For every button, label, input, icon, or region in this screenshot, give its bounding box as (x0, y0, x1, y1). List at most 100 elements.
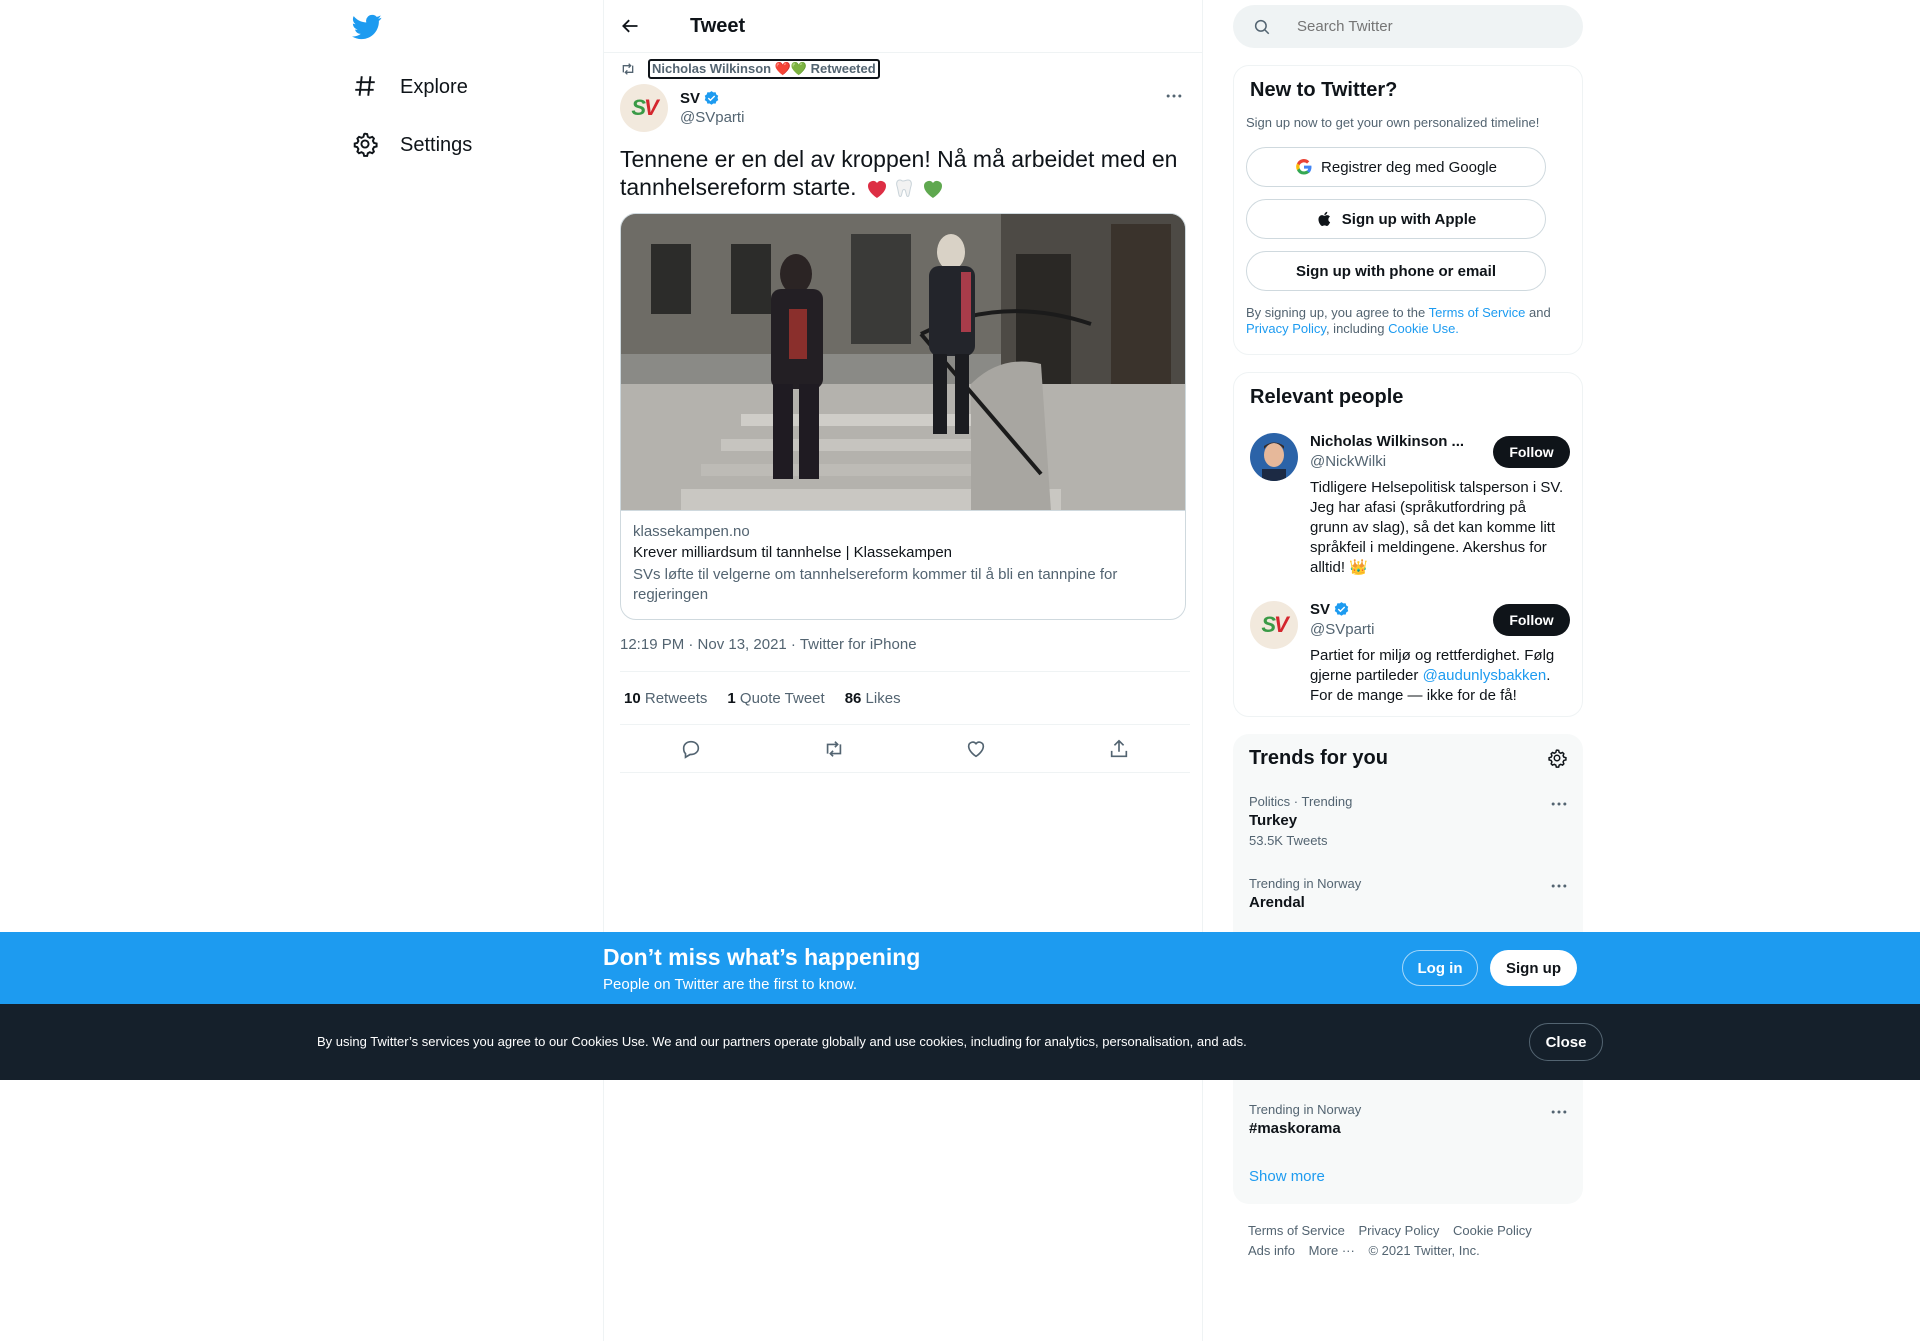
quotes-count: 1 (727, 689, 736, 707)
nav-item-settings[interactable]: Settings (352, 125, 472, 165)
link-card[interactable]: klassekampen.no Krever milliardsum til t… (620, 213, 1186, 620)
likes-stat[interactable]: 86 Likes (845, 690, 901, 707)
trend-name: Turkey (1249, 812, 1298, 829)
likes-label: Likes (865, 689, 901, 707)
card-description: SVs løfte til velgerne om tannhelserefor… (633, 566, 1118, 603)
card-title: Krever milliardsum til tannhelse | Klass… (633, 544, 953, 561)
more-options-icon[interactable] (1549, 876, 1569, 896)
terms-text-3: , including (1325, 321, 1389, 336)
tweet-actions (620, 725, 1190, 773)
cookie-text: By using Twitter’s services you agree to… (317, 1034, 1247, 1049)
card-image[interactable] (621, 214, 1185, 511)
footer-more-link[interactable]: More ··· (1309, 1243, 1355, 1258)
more-options-icon[interactable] (1164, 86, 1184, 106)
search-bar[interactable] (1233, 5, 1583, 48)
footer-link[interactable]: Ads info (1248, 1243, 1295, 1258)
trend-name: #maskorama (1249, 1120, 1341, 1137)
back-arrow-icon[interactable] (620, 16, 640, 36)
main-column: Tweet Nicholas Wilkinson ❤️💚 Retweeted S… (603, 0, 1203, 1341)
search-icon (1253, 18, 1271, 36)
retweets-count: 10 (624, 689, 641, 707)
retweet-action-icon[interactable] (823, 738, 845, 760)
google-signup-button[interactable]: Registrer deg med Google (1246, 147, 1546, 187)
person-handle: @NickWilki (1310, 453, 1387, 470)
google-icon (1295, 158, 1313, 176)
hashtag-icon (352, 73, 380, 101)
cookie-use-link[interactable]: Cookie Use. (1388, 321, 1459, 336)
avatar[interactable]: SV (1250, 601, 1298, 649)
person-name[interactable]: SV (1310, 601, 1470, 618)
show-more-link[interactable]: Show more (1249, 1168, 1325, 1185)
apple-signup-button[interactable]: Sign up with Apple (1246, 199, 1546, 239)
likes-count: 86 (844, 689, 862, 707)
author-name-text: SV (680, 90, 701, 107)
reply-icon[interactable] (680, 738, 702, 760)
tweet-author[interactable]: SV SV @SVparti (620, 84, 744, 132)
trend-meta: Trending in Norway (1249, 876, 1362, 891)
mention-link[interactable]: @audunlysbakken (1423, 667, 1547, 684)
person-name[interactable]: Nicholas Wilkinson ... (1310, 433, 1470, 450)
red-heart-icon (865, 177, 889, 201)
search-input[interactable] (1297, 18, 1557, 35)
banner-subtitle: People on Twitter are the first to know. (603, 976, 858, 993)
like-icon[interactable] (965, 738, 987, 760)
share-icon[interactable] (1108, 738, 1130, 760)
trend-item[interactable]: Trending in Norway Arendal (1249, 876, 1569, 911)
quotes-label: Quote Tweet (739, 689, 825, 707)
person-sv[interactable]: SV SV @SVparti Follow Partiet for miljø … (1250, 601, 1570, 711)
retweeted-by-link[interactable]: Nicholas Wilkinson ❤️💚 Retweeted (648, 59, 880, 79)
signup-terms: By signing up, you agree to the Terms of… (1246, 305, 1566, 337)
new-to-twitter-subtitle: Sign up now to get your own personalized… (1246, 115, 1540, 130)
signup-button[interactable]: Sign up (1490, 950, 1577, 986)
login-button[interactable]: Log in (1402, 950, 1478, 986)
page-title: Tweet (690, 14, 746, 37)
avatar[interactable]: SV (620, 84, 668, 132)
terms-text-2: and (1525, 305, 1551, 320)
trend-item[interactable]: Politics · Trending Turkey 53.5K Tweets (1249, 794, 1569, 848)
footer-link[interactable]: Cookie Policy (1453, 1223, 1532, 1238)
close-button[interactable]: Close (1529, 1023, 1603, 1061)
person-handle: @SVparti (1310, 621, 1375, 638)
quotes-stat[interactable]: 1 Quote Tweet (727, 690, 824, 707)
apple-icon (1316, 210, 1334, 228)
trend-meta: Trending in Norway (1249, 1102, 1362, 1117)
relevant-people-panel: Relevant people Nicholas Wilkinson ... @… (1233, 372, 1583, 717)
twitter-bird-icon[interactable] (352, 12, 384, 44)
phone-email-signup-label: Sign up with phone or email (1295, 262, 1496, 280)
tooth-icon (893, 177, 917, 201)
signup-banner: Don’t miss what’s happening People on Tw… (0, 932, 1920, 1004)
terms-of-service-link[interactable]: Terms of Service (1429, 305, 1526, 320)
retweets-stat[interactable]: 10 Retweets (624, 690, 707, 707)
footer-link[interactable]: Terms of Service (1248, 1223, 1345, 1238)
trend-item[interactable]: Trending in Norway #maskorama (1249, 1102, 1569, 1137)
phone-email-signup-button[interactable]: Sign up with phone or email (1246, 251, 1546, 291)
tweet-timestamp[interactable]: 12:19 PM · Nov 13, 2021 · Twitter for iP… (620, 636, 917, 653)
footer-link[interactable]: Privacy Policy (1358, 1223, 1439, 1238)
gear-icon (352, 131, 380, 159)
banner-title: Don’t miss what’s happening (603, 944, 921, 970)
privacy-policy-link[interactable]: Privacy Policy (1246, 321, 1326, 336)
avatar[interactable] (1250, 433, 1298, 481)
relevant-people-title: Relevant people (1250, 386, 1404, 408)
person-nick-wilkinson[interactable]: Nicholas Wilkinson ... @NickWilki Follow… (1250, 433, 1570, 583)
footer-links: Terms of Service Privacy Policy Cookie P… (1248, 1221, 1578, 1261)
author-handle: @SVparti (680, 109, 745, 126)
more-options-icon[interactable] (1549, 794, 1569, 814)
apple-signup-label: Sign up with Apple (1341, 210, 1477, 228)
tweet-header: Tweet (604, 0, 1202, 53)
tweet-text: Tennene er en del av kroppen! Nå må arbe… (620, 145, 1190, 201)
trend-count: 53.5K Tweets (1249, 833, 1328, 848)
trend-name: Arendal (1249, 894, 1305, 911)
follow-button[interactable]: Follow (1493, 436, 1570, 468)
more-options-icon[interactable] (1549, 1102, 1569, 1122)
nav-label-settings: Settings (400, 133, 473, 156)
tweet-stats: 10 Retweets 1 Quote Tweet 86 Likes (620, 671, 1190, 725)
author-name[interactable]: SV (680, 90, 744, 107)
gear-icon[interactable] (1547, 748, 1567, 768)
follow-button[interactable]: Follow (1493, 604, 1570, 636)
person-bio: Tidligere Helsepolitisk talsperson i SV.… (1310, 479, 1564, 576)
verified-badge-icon (1333, 601, 1350, 618)
card-body: klassekampen.no Krever milliardsum til t… (621, 511, 1185, 617)
retweeted-by: Nicholas Wilkinson ❤️💚 Retweeted (620, 59, 880, 79)
nav-item-explore[interactable]: Explore (352, 67, 468, 107)
